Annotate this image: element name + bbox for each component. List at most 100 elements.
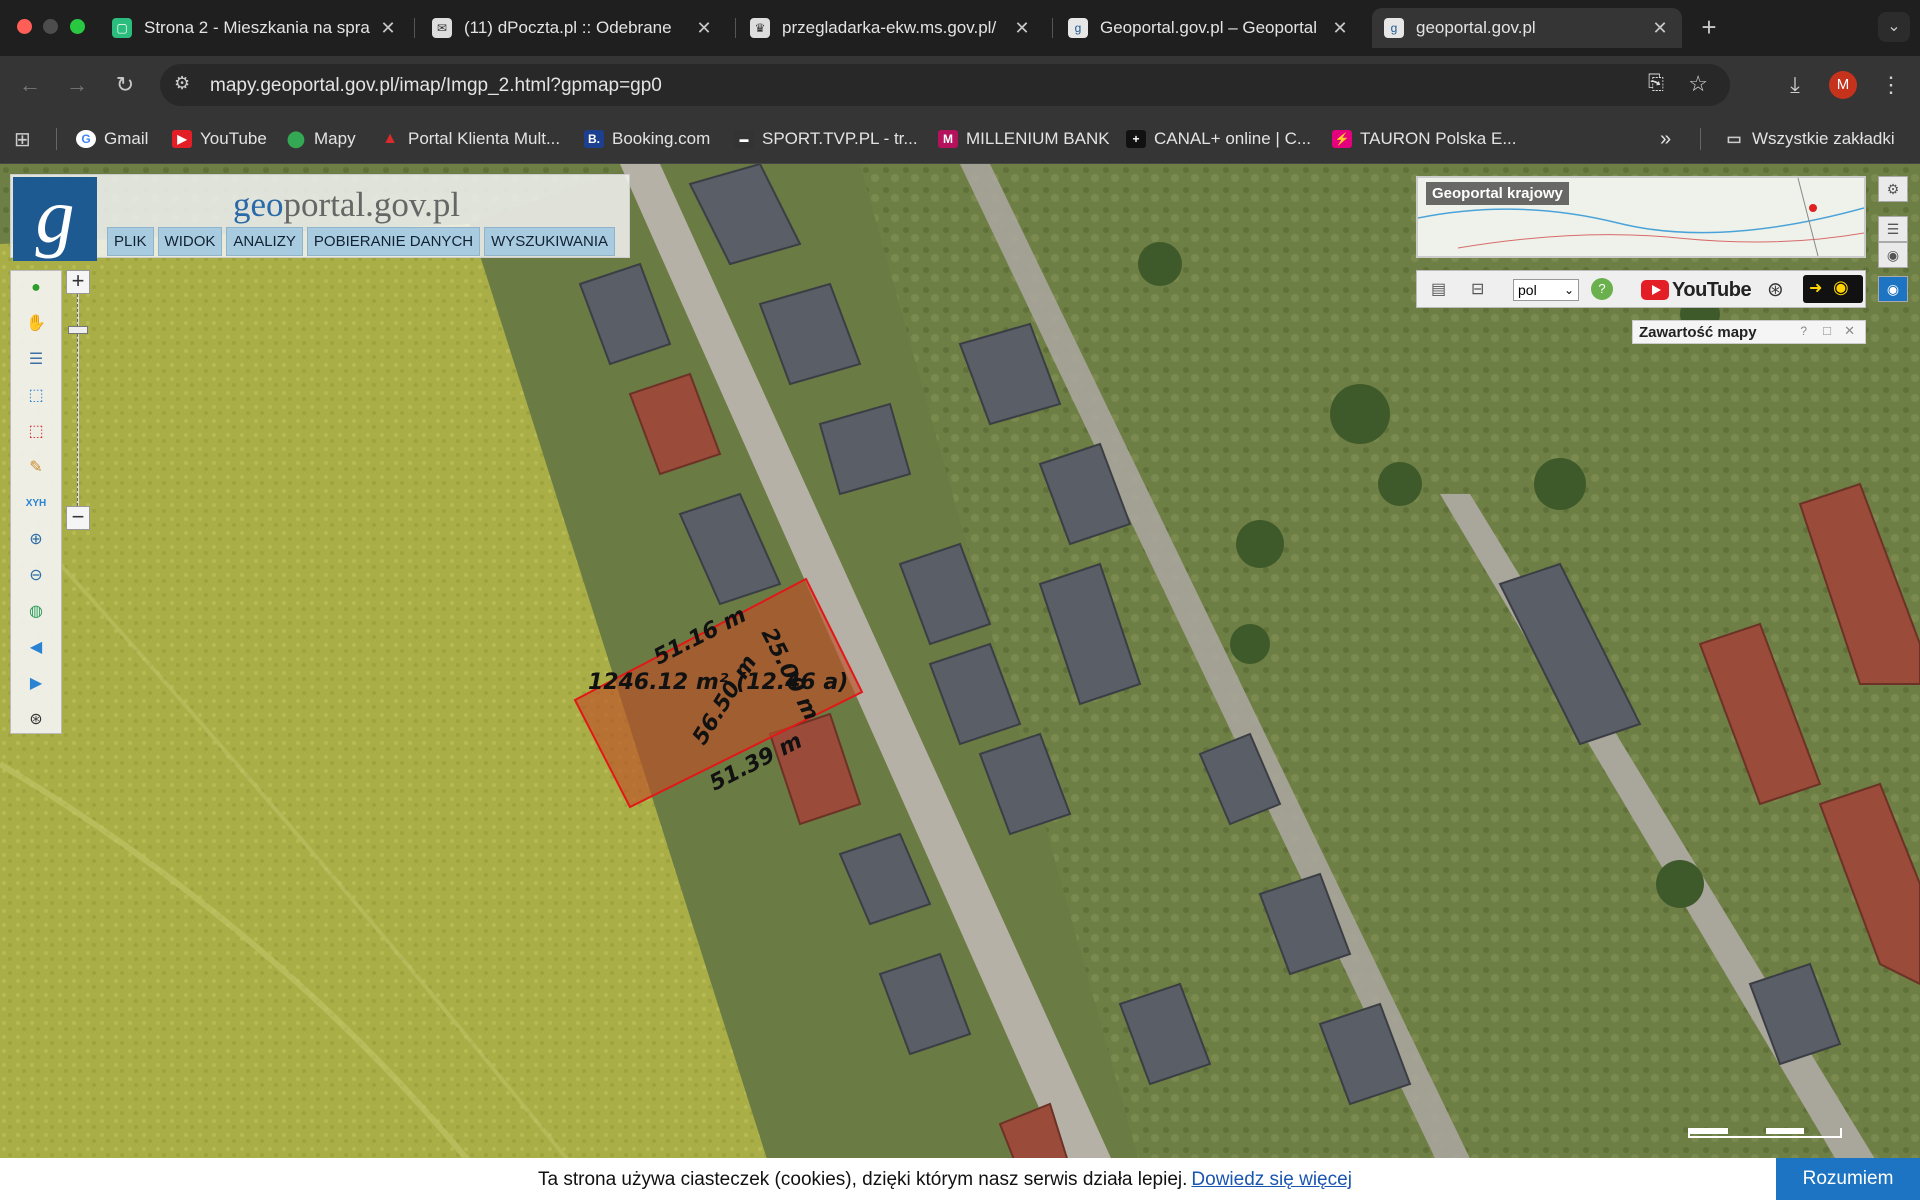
bookmark-canal[interactable]: + CANAL+ online | C... xyxy=(1126,128,1311,150)
tab-dpoczta[interactable]: ✉ (11) dPoczta.pl :: Odebrane ✕ xyxy=(420,8,726,48)
close-icon[interactable]: ✕ xyxy=(1844,323,1855,339)
layers-icon[interactable]: ☰ xyxy=(1878,216,1908,242)
close-icon[interactable]: ✕ xyxy=(1330,18,1350,39)
accessibility-icon[interactable]: ⊛ xyxy=(1767,277,1784,302)
menu-dots-icon[interactable]: ⋮ xyxy=(1876,70,1906,100)
bookmark-youtube[interactable]: ▶ YouTube xyxy=(172,128,267,150)
wms-icon[interactable]: ⊟ xyxy=(1471,279,1484,299)
tab-strip: ▢ Strona 2 - Mieszkania na spra ✕ ✉ (11)… xyxy=(0,0,1920,56)
scale-bar xyxy=(1688,1128,1842,1138)
bookmark-tauron[interactable]: ⚡ TAURON Polska E... xyxy=(1332,128,1517,150)
close-icon[interactable]: ✕ xyxy=(694,18,714,39)
download-icon[interactable]: ⤓ xyxy=(1780,70,1810,100)
bookmark-sport-tvp[interactable]: ▬ SPORT.TVP.PL - tr... xyxy=(734,128,918,150)
overview-map[interactable]: Geoportal krajowy xyxy=(1416,176,1866,258)
geoportal-menu: PLIK WIDOK ANALIZY POBIERANIE DANYCH WYS… xyxy=(107,227,616,256)
zoom-minus-button[interactable]: − xyxy=(66,506,90,530)
globe-full-extent-icon[interactable]: ◍ xyxy=(25,601,47,623)
cookie-learn-more-link[interactable]: Dowiedz się więcej xyxy=(1191,1169,1352,1190)
tab-geoportal-main[interactable]: g Geoportal.gov.pl – Geoportal ✕ xyxy=(1056,8,1362,48)
bookmark-star-icon[interactable]: ☆ xyxy=(1688,71,1708,97)
help-question-icon[interactable]: ? xyxy=(1591,278,1613,300)
close-icon[interactable]: ✕ xyxy=(1012,18,1032,39)
pan-hand-icon[interactable]: ✋ xyxy=(25,313,47,335)
portal-icon: ▲ xyxy=(382,130,398,147)
select-parcel-icon[interactable]: ⬚ xyxy=(25,421,47,443)
info-icon[interactable]: ● xyxy=(25,277,47,299)
bookmark-label: CANAL+ online | C... xyxy=(1154,129,1312,148)
cookie-message: Ta strona używa ciasteczek (cookies), dz… xyxy=(538,1169,1352,1190)
menu-pobieranie-danych[interactable]: POBIERANIE DANYCH xyxy=(306,227,481,256)
reload-button[interactable]: ↻ xyxy=(110,70,140,100)
close-window-button[interactable] xyxy=(17,19,32,34)
eye-icon: ◉ xyxy=(1833,277,1849,297)
close-icon[interactable]: ✕ xyxy=(378,18,398,39)
zoom-out-icon[interactable]: ⊖ xyxy=(25,565,47,587)
zoom-handle[interactable] xyxy=(68,326,88,334)
bookmark-label: Gmail xyxy=(104,129,149,148)
menu-analizy[interactable]: ANALIZY xyxy=(226,227,303,256)
arrow-right-icon: ➜ xyxy=(1809,280,1823,297)
tab-geoportal-active[interactable]: g geoportal.gov.pl ✕ xyxy=(1372,8,1682,48)
apps-grid-icon[interactable]: ⊞ xyxy=(14,128,31,151)
menu-widok[interactable]: WIDOK xyxy=(157,227,223,256)
install-app-icon[interactable]: ⎘ xyxy=(1648,72,1664,95)
map-view[interactable]: 51.16 m 25.00 m 1246.12 m² (12.46 a) 56.… xyxy=(0,164,1920,1200)
bookmark-millenium[interactable]: M MILLENIUM BANK xyxy=(938,128,1110,150)
geoportal-logo[interactable]: g xyxy=(13,177,97,261)
tab-search-button[interactable]: ⌄ xyxy=(1878,12,1910,42)
minimize-window-button[interactable] xyxy=(43,19,58,34)
bookmark-portal-klienta[interactable]: ▲ Portal Klienta Mult... xyxy=(380,128,560,150)
bookmark-booking[interactable]: B. Booking.com xyxy=(584,128,710,150)
youtube-icon: ▶ xyxy=(172,130,192,148)
bookmark-label: SPORT.TVP.PL - tr... xyxy=(762,129,918,148)
bookmark-mapy[interactable]: ⬤ Mapy xyxy=(286,128,356,150)
eye-view-icon[interactable]: ◉ xyxy=(1878,276,1908,302)
maximize-window-button[interactable] xyxy=(70,19,85,34)
help-icon[interactable]: ? xyxy=(1800,324,1807,338)
close-icon[interactable]: ✕ xyxy=(1650,18,1670,39)
millenium-icon: M xyxy=(938,130,958,148)
catalog-icon[interactable]: ▤ xyxy=(1431,279,1446,299)
map-content-panel[interactable]: Zawartość mapy ? □ ✕ xyxy=(1632,320,1866,344)
address-bar[interactable]: ⚙ mapy.geoportal.gov.pl/imap/Imgp_2.html… xyxy=(160,64,1730,106)
previous-view-arrow-icon[interactable]: ◀ xyxy=(25,637,47,659)
menu-wyszukiwania[interactable]: WYSZUKIWANIA xyxy=(484,227,616,256)
view-icon[interactable]: ◉ xyxy=(1878,242,1908,268)
tab-title: geoportal.gov.pl xyxy=(1416,18,1536,37)
tab-title: Strona 2 - Mieszkania na spra xyxy=(144,18,370,37)
legend-list-icon[interactable]: ☰ xyxy=(25,349,47,371)
browser-toolbar: ← → ↻ ⚙ mapy.geoportal.gov.pl/imap/Imgp_… xyxy=(0,56,1920,114)
maximize-icon[interactable]: □ xyxy=(1823,323,1831,338)
youtube-icon xyxy=(1641,280,1669,300)
forward-button[interactable]: → xyxy=(62,70,92,100)
xyh-coordinates-icon[interactable]: XYH xyxy=(25,493,47,515)
tab-title: przegladarka-ekw.ms.gov.pl/ xyxy=(782,18,997,37)
next-view-arrow-icon[interactable]: ▶ xyxy=(25,673,47,695)
all-bookmarks-folder[interactable]: ▭ Wszystkie zakładki xyxy=(1724,128,1894,150)
tab-mieszkania[interactable]: ▢ Strona 2 - Mieszkania na spra ✕ xyxy=(100,8,410,48)
geoportal-toolbar: ▤ ⊟ pol ⌄ ? YouTube ⊛ ➜ ◉ xyxy=(1416,270,1866,308)
right-toolbar: ⚙ ☰ ◉ ◉ xyxy=(1878,176,1910,306)
more-bookmarks-chevron-icon[interactable]: » xyxy=(1660,128,1671,150)
zoom-plus-button[interactable]: + xyxy=(66,270,90,294)
tab-ekw[interactable]: ♛ przegladarka-ekw.ms.gov.pl/ ✕ xyxy=(738,8,1044,48)
back-button[interactable]: ← xyxy=(15,70,45,100)
site-info-icon[interactable]: ⚙ xyxy=(174,73,190,94)
google-icon: G xyxy=(76,130,96,148)
youtube-link[interactable]: YouTube xyxy=(1641,277,1752,303)
draw-pencil-icon[interactable]: ✎ xyxy=(25,457,47,479)
new-tab-button[interactable]: + xyxy=(1694,12,1724,42)
menu-plik[interactable]: PLIK xyxy=(107,227,154,256)
bookmark-gmail[interactable]: G Gmail xyxy=(76,128,148,150)
zoom-slider[interactable]: + − xyxy=(66,270,90,530)
contrast-toggle[interactable]: ➜ ◉ xyxy=(1803,275,1863,303)
bookmarks-bar: ⊞ G Gmail ▶ YouTube ⬤ Mapy ▲ Portal Klienta … xyxy=(0,114,1920,164)
profile-avatar[interactable]: M xyxy=(1829,71,1857,99)
cookie-accept-button[interactable]: Rozumiem xyxy=(1776,1158,1920,1200)
language-select[interactable]: pol ⌄ xyxy=(1513,279,1579,301)
select-area-icon[interactable]: ⬚ xyxy=(25,385,47,407)
zoom-in-icon[interactable]: ⊕ xyxy=(25,529,47,551)
help-lifebuoy-icon[interactable]: ⊛ xyxy=(25,709,47,731)
settings-gear-icon[interactable]: ⚙ xyxy=(1878,176,1908,202)
